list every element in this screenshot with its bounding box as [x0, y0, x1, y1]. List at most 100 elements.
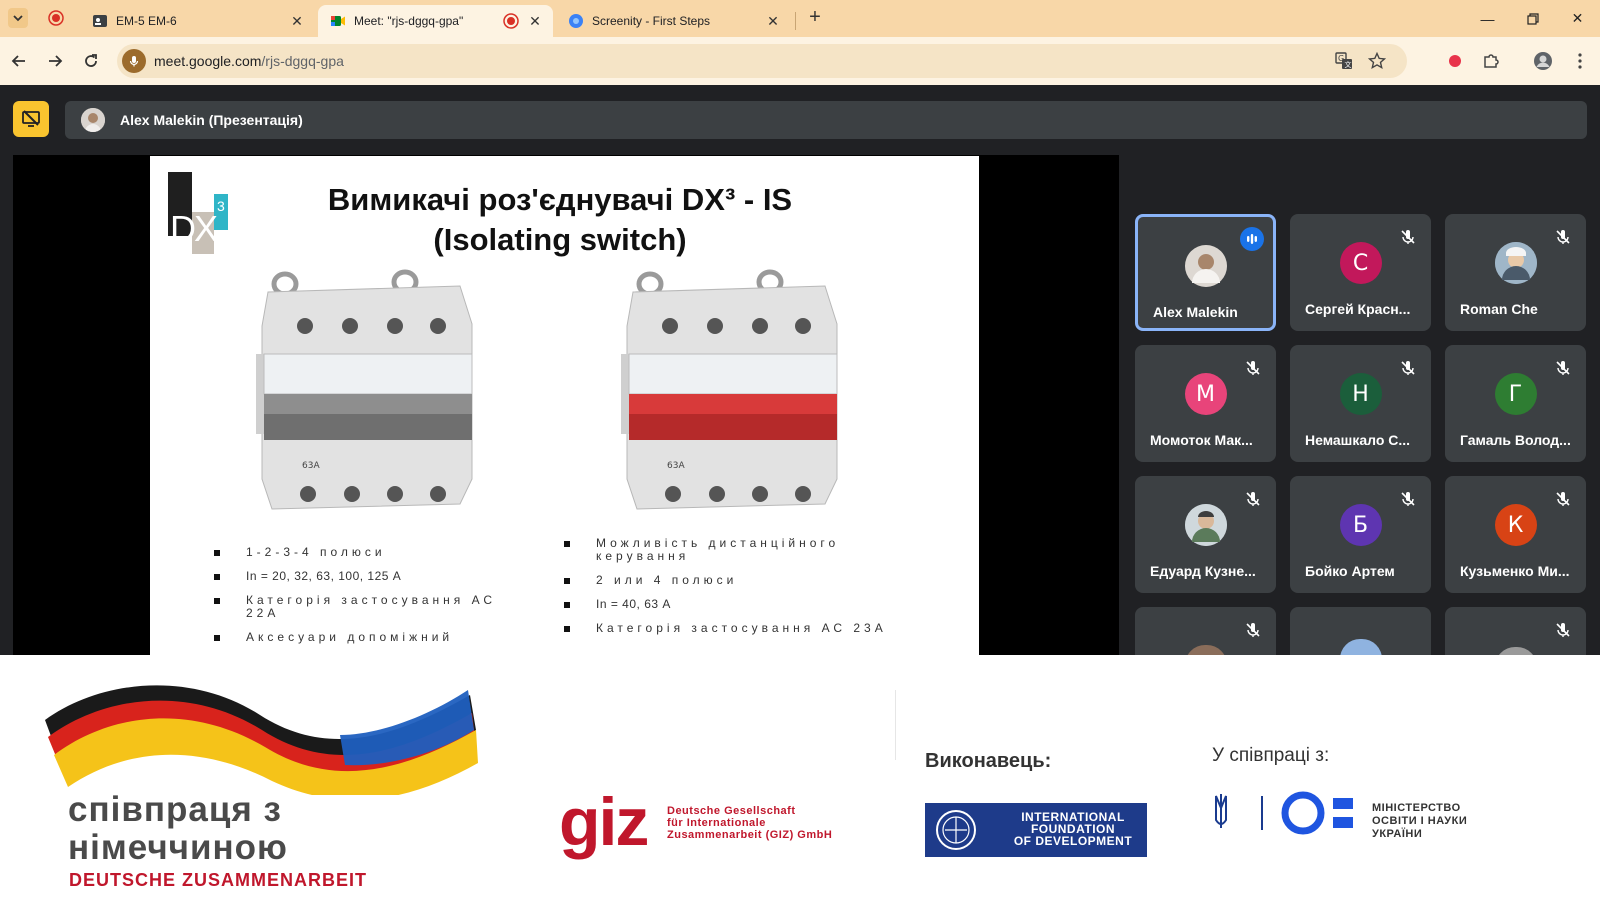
avatar: Г	[1494, 373, 1537, 415]
url-text[interactable]: meet.google.com/rjs-dggq-gpa	[154, 53, 344, 69]
cooperation-title: співпраця з німеччиною	[68, 791, 288, 867]
giz-name-line1: Deutsche Gesellschaft	[667, 805, 796, 817]
reload-icon[interactable]	[79, 49, 103, 73]
muted-mic-icon	[1556, 230, 1570, 244]
participant-name: Немашкало С...	[1305, 432, 1411, 448]
participant-tile[interactable]: Б Бойко Артем	[1290, 476, 1431, 593]
close-tab-icon[interactable]: ✕	[289, 13, 305, 29]
participant-tile[interactable]	[1135, 607, 1276, 655]
new-tab-icon[interactable]: +	[805, 7, 825, 28]
list-item: Аксесуари допоміжний	[214, 631, 504, 644]
breaker-rating-label: 63A	[302, 461, 320, 471]
profile-avatar-icon[interactable]	[1533, 51, 1553, 71]
participant-tile[interactable]: С Сергей Красн...	[1290, 214, 1431, 331]
ministry-name: МІНІСТЕРСТВО ОСВІТИ І НАУКИ УКРАЇНИ	[1372, 802, 1467, 841]
avatar: Б	[1339, 504, 1382, 546]
tab-separator	[795, 12, 796, 30]
close-window-icon[interactable]: ✕	[1555, 0, 1600, 37]
slide-title-line1: Вимикачі роз'єднувачі DX³ - IS	[327, 182, 793, 217]
recording-tab-icon[interactable]	[48, 10, 64, 26]
speaking-indicator-icon	[1240, 227, 1264, 251]
globe-icon	[936, 810, 976, 850]
slide-title: Вимикачі роз'єднувачі DX³ - IS (Isolatin…	[300, 180, 820, 260]
avatar	[1495, 647, 1537, 655]
dx-logo-sup: 3	[217, 198, 225, 214]
url-path: /rjs-dggq-gpa	[261, 53, 344, 69]
close-tab-icon[interactable]: ✕	[765, 13, 781, 29]
tab-screenity[interactable]: Screenity - First Steps ✕	[556, 5, 791, 37]
participant-tile[interactable]	[1290, 607, 1431, 655]
list-item: In = 40, 63 А	[564, 598, 894, 611]
tab-meet[interactable]: Meet: "rjs-dggq-gpa" ✕	[318, 5, 553, 37]
presenter-avatar	[81, 108, 105, 132]
tab-title: EM-5 EM-6	[116, 14, 177, 28]
breaker-rating-label: 63A	[667, 461, 685, 471]
recording-icon	[503, 13, 519, 29]
muted-mic-icon	[1556, 623, 1570, 637]
ministry-line3: УКРАЇНИ	[1372, 828, 1423, 840]
tab-em5[interactable]: EM-5 EM-6 ✕	[80, 5, 315, 37]
participant-tile[interactable]: Alex Malekin	[1135, 214, 1276, 331]
translate-icon[interactable]: G文	[1335, 52, 1353, 70]
participant-name: Alex Malekin	[1153, 304, 1238, 320]
list-item: In = 20, 32, 63, 100, 125 А	[214, 570, 504, 583]
restore-icon[interactable]	[1510, 0, 1555, 37]
muted-mic-icon	[1401, 230, 1415, 244]
participant-tile[interactable]: К Кузьменко Ми...	[1445, 476, 1586, 593]
sponsor-banner: співпраця з німеччиною DEUTSCHE ZUSAMMEN…	[0, 655, 1600, 900]
forward-icon[interactable]	[43, 49, 67, 73]
giz-logo: giz	[559, 784, 649, 860]
participant-name: Сергей Красн...	[1305, 301, 1411, 317]
minimize-icon[interactable]: —	[1465, 0, 1510, 37]
participant-name: Бойко Артем	[1305, 563, 1395, 579]
avatar	[1185, 645, 1227, 655]
tab-strip: EM-5 EM-6 ✕ Meet: "rjs-dggq-gpa" ✕ Scree…	[0, 0, 1600, 37]
list-item: Можливість дистанційного керування	[564, 537, 894, 563]
participant-name: Едуард Кузне...	[1150, 563, 1256, 579]
ministry-line1: МІНІСТЕРСТВО	[1372, 802, 1461, 814]
participant-tile[interactable]: Н Немашкало С...	[1290, 345, 1431, 462]
tab-search-dropdown-icon[interactable]	[8, 8, 28, 28]
stop-presenting-button[interactable]	[13, 101, 49, 137]
muted-mic-icon	[1556, 492, 1570, 506]
executor-label: Виконавець:	[925, 750, 1052, 772]
bookmark-star-icon[interactable]	[1368, 52, 1386, 70]
present-screen-off-icon	[22, 110, 40, 127]
record-extension-icon[interactable]	[1445, 51, 1465, 71]
close-tab-icon[interactable]: ✕	[527, 13, 543, 29]
contact-card-icon	[93, 15, 107, 27]
dx3-logo: DX 3	[168, 172, 230, 254]
participant-tile[interactable]: Едуард Кузне...	[1135, 476, 1276, 593]
participant-tile[interactable]: Г Гамаль Волод...	[1445, 345, 1586, 462]
giz-name: Deutsche Gesellschaft für Internationale…	[667, 805, 832, 841]
extensions-puzzle-icon[interactable]	[1481, 51, 1501, 71]
slide-title-line2: (Isolating switch)	[433, 222, 687, 257]
browser-menu-icon[interactable]	[1570, 51, 1590, 71]
ministry-education-logo	[1215, 791, 1353, 835]
giz-name-line3: Zusammenarbeit (GIZ) GmbH	[667, 829, 833, 841]
google-meet-icon	[331, 16, 345, 26]
meet-window: Alex Malekin (Презентація) DX 3 Вимикачі…	[0, 85, 1600, 655]
participant-tile[interactable]: М Момоток Мак...	[1135, 345, 1276, 462]
divider	[895, 690, 896, 760]
participant-name: Гамаль Волод...	[1460, 432, 1571, 448]
cooperation-line2: німеччиною	[68, 828, 288, 867]
participant-name: Кузьменко Ми...	[1460, 563, 1570, 579]
presentation-stage: DX 3 Вимикачі роз'єднувачі DX³ - IS (Iso…	[13, 155, 1119, 655]
ifd-logo: INTERNATIONAL FOUNDATION OF DEVELOPMENT	[925, 803, 1147, 857]
avatar: К	[1494, 504, 1537, 546]
presenter-name: Alex Malekin (Презентація)	[120, 112, 303, 128]
isolating-switch-grey-image: 63A	[256, 269, 473, 510]
muted-mic-icon	[1556, 361, 1570, 375]
list-item: 2 или 4 полюси	[564, 574, 894, 587]
back-icon[interactable]	[7, 49, 31, 73]
germany-ukraine-ribbon-logo	[45, 685, 478, 795]
address-bar[interactable]: meet.google.com/rjs-dggq-gpa G文	[117, 44, 1407, 78]
screenity-icon	[569, 14, 583, 28]
cooperation-line1: співпраця з	[68, 790, 282, 829]
participant-tile[interactable]	[1445, 607, 1586, 655]
microphone-in-use-icon[interactable]	[122, 49, 146, 73]
isolating-switch-red-image: 63A	[621, 269, 838, 510]
participant-tile[interactable]: Roman Che	[1445, 214, 1586, 331]
tab-title: Screenity - First Steps	[592, 14, 711, 28]
